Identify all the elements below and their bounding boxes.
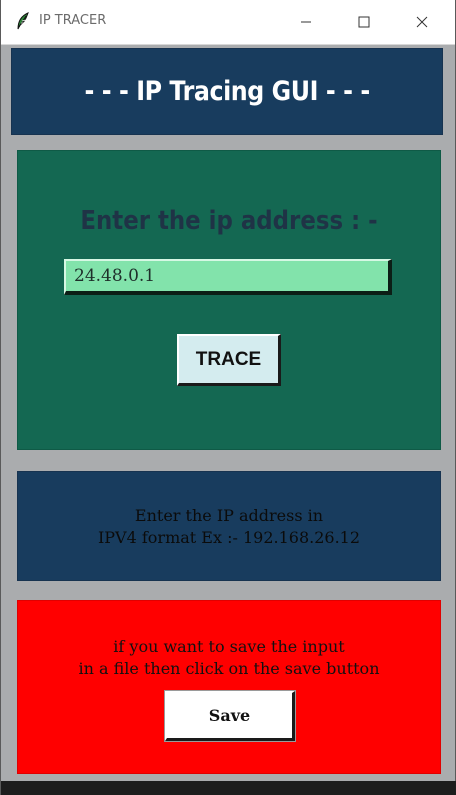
trace-button[interactable]: TRACE	[177, 334, 281, 386]
close-button[interactable]	[393, 0, 451, 44]
info-text: Enter the IP address in IPV4 format Ex :…	[18, 505, 440, 549]
title-bar[interactable]: IP TRACER	[1, 0, 455, 45]
close-icon	[416, 16, 428, 28]
save-line-1: if you want to save the input	[113, 637, 345, 656]
feather-logo-icon	[15, 12, 31, 30]
info-line-2: IPV4 format Ex :- 192.168.26.12	[97, 528, 361, 547]
ip-entry-label: Enter the ip address : -	[80, 206, 378, 236]
info-panel: Enter the IP address in IPV4 format Ex :…	[17, 471, 441, 581]
app-window: IP TRACER - - - IP Tracing GUI - - - Ent…	[0, 0, 456, 795]
ip-input-panel: Enter the ip address : - TRACE	[17, 150, 441, 450]
header-panel: - - - IP Tracing GUI - - -	[11, 48, 443, 135]
window-title: IP TRACER	[39, 13, 107, 28]
background-strip	[1, 781, 456, 795]
save-button[interactable]: Save	[164, 690, 296, 742]
info-line-1: Enter the IP address in	[134, 506, 324, 525]
minimize-icon	[301, 21, 311, 23]
page-title: - - - IP Tracing GUI - - -	[84, 76, 370, 107]
save-line-2: in a file then click on the save button	[78, 659, 380, 678]
ip-address-input[interactable]	[64, 259, 392, 295]
maximize-icon	[358, 16, 370, 28]
minimize-button[interactable]	[277, 0, 335, 44]
save-instructions: if you want to save the input in a file …	[18, 636, 440, 680]
save-panel: if you want to save the input in a file …	[17, 600, 441, 774]
maximize-button[interactable]	[335, 0, 393, 44]
